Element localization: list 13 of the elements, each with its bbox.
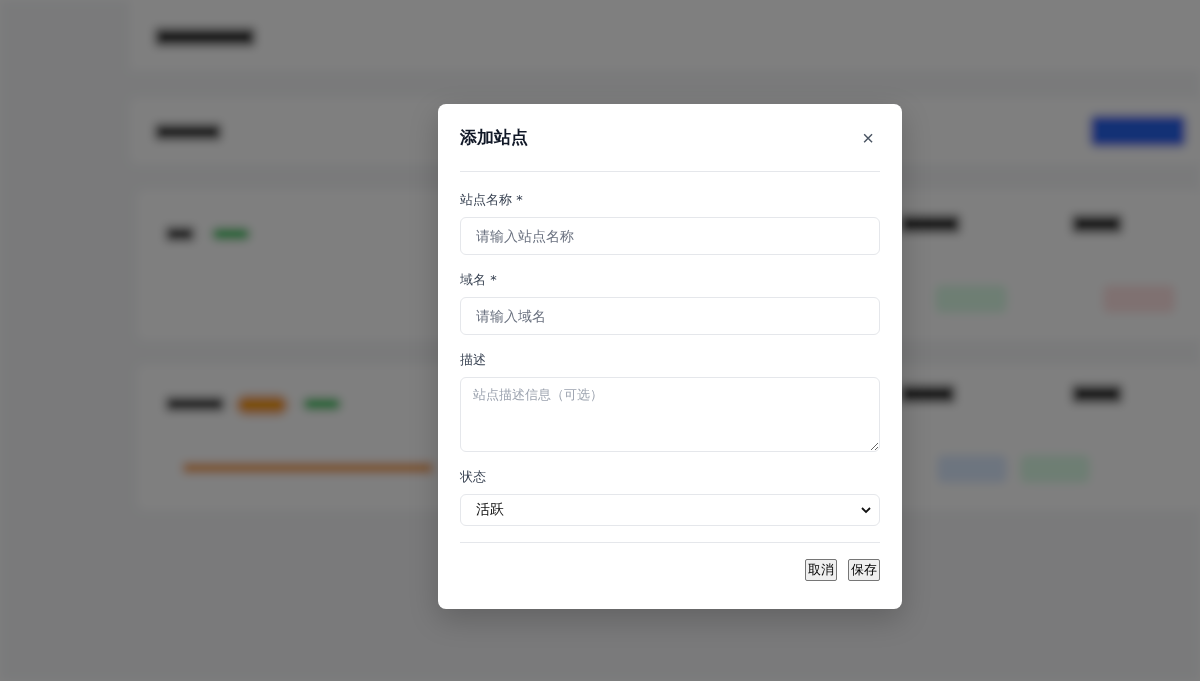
field-label: 域名 * <box>460 271 498 289</box>
input-field[interactable]: 请输入站点名称 <box>460 217 880 255</box>
close-button[interactable]: × <box>856 127 880 148</box>
status-select[interactable]: 活跃 <box>460 494 880 526</box>
field-label: 描述 <box>460 351 487 369</box>
textarea-field[interactable]: 站点描述信息（可选） <box>460 377 880 452</box>
dialog-title: 添加站点 <box>460 126 528 149</box>
field-label: 状态 <box>460 468 487 486</box>
chevron-down-icon <box>861 506 871 514</box>
save-button[interactable]: 保存 <box>848 559 880 581</box>
cancel-button[interactable]: 取消 <box>805 559 837 581</box>
field-label: 站点名称 * <box>460 191 524 209</box>
input-field[interactable]: 请输入域名 <box>460 297 880 335</box>
